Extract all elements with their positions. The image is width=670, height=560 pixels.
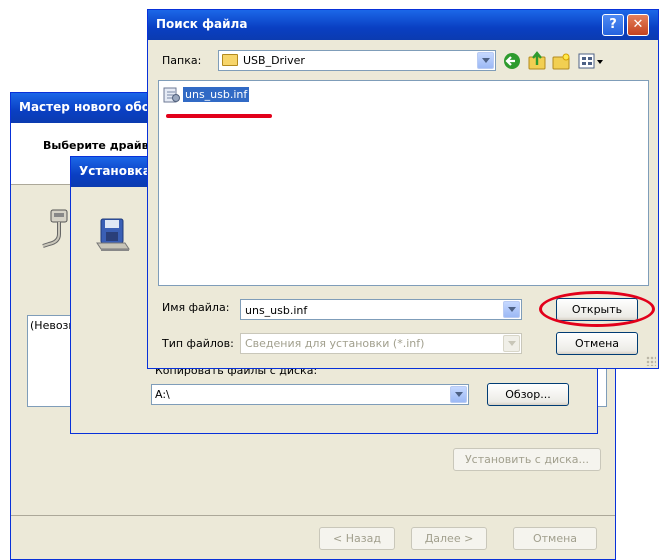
folder-label: Папка: [162, 54, 202, 67]
plug-icon [42, 209, 68, 248]
chevron-down-icon[interactable] [503, 335, 520, 352]
resize-grip[interactable] [646, 356, 656, 366]
copy-from-value: A:\ [155, 388, 170, 401]
chevron-down-icon[interactable] [503, 301, 520, 318]
next-button[interactable]: Далее > [411, 527, 487, 550]
view-menu-icon[interactable] [578, 53, 603, 69]
folder-value: USB_Driver [243, 54, 305, 67]
wizard-header-text: Выберите драйвер [43, 139, 164, 152]
file-name: uns_usb.inf [183, 87, 250, 102]
file-open-dialog: Поиск файла ? ✕ Папка: USB_Driver uns_us… [147, 9, 659, 369]
filetype-select[interactable]: Сведения для установки (*.inf) [240, 333, 522, 354]
folder-combo[interactable]: USB_Driver [218, 50, 496, 71]
back-icon[interactable] [504, 53, 520, 69]
file-list[interactable]: uns_usb.inf [158, 80, 649, 286]
filetype-label: Тип файлов: [162, 337, 234, 350]
folder-icon [222, 54, 238, 66]
copy-from-combo[interactable]: A:\ [151, 384, 469, 405]
filename-label: Имя файла: [162, 301, 230, 314]
file-cancel-button[interactable]: Отмена [556, 332, 638, 355]
highlight-ellipse [539, 291, 655, 327]
wizard-cancel-button[interactable]: Отмена [513, 527, 597, 550]
floppy-disk-icon [96, 218, 130, 251]
nav-toolbar [504, 51, 603, 70]
file-dialog-title: Поиск файла [148, 10, 658, 40]
highlight-underline [166, 114, 272, 118]
close-icon[interactable]: ✕ [627, 14, 649, 36]
browse-button[interactable]: Обзор... [487, 383, 569, 406]
filetype-value: Сведения для установки (*.inf) [245, 337, 425, 350]
up-folder-icon[interactable] [528, 51, 546, 70]
wizard-separator [11, 515, 615, 516]
inf-file-icon [163, 87, 180, 103]
have-disk-button[interactable]: Установить с диска... [453, 448, 601, 471]
filename-input[interactable]: uns_usb.inf [240, 299, 522, 320]
filename-value: uns_usb.inf [245, 304, 308, 317]
back-button[interactable]: < Назад [319, 527, 395, 550]
chevron-down-icon[interactable] [477, 52, 494, 69]
new-folder-icon[interactable] [552, 53, 570, 70]
help-icon[interactable]: ? [602, 14, 624, 36]
chevron-down-icon[interactable] [450, 386, 467, 403]
